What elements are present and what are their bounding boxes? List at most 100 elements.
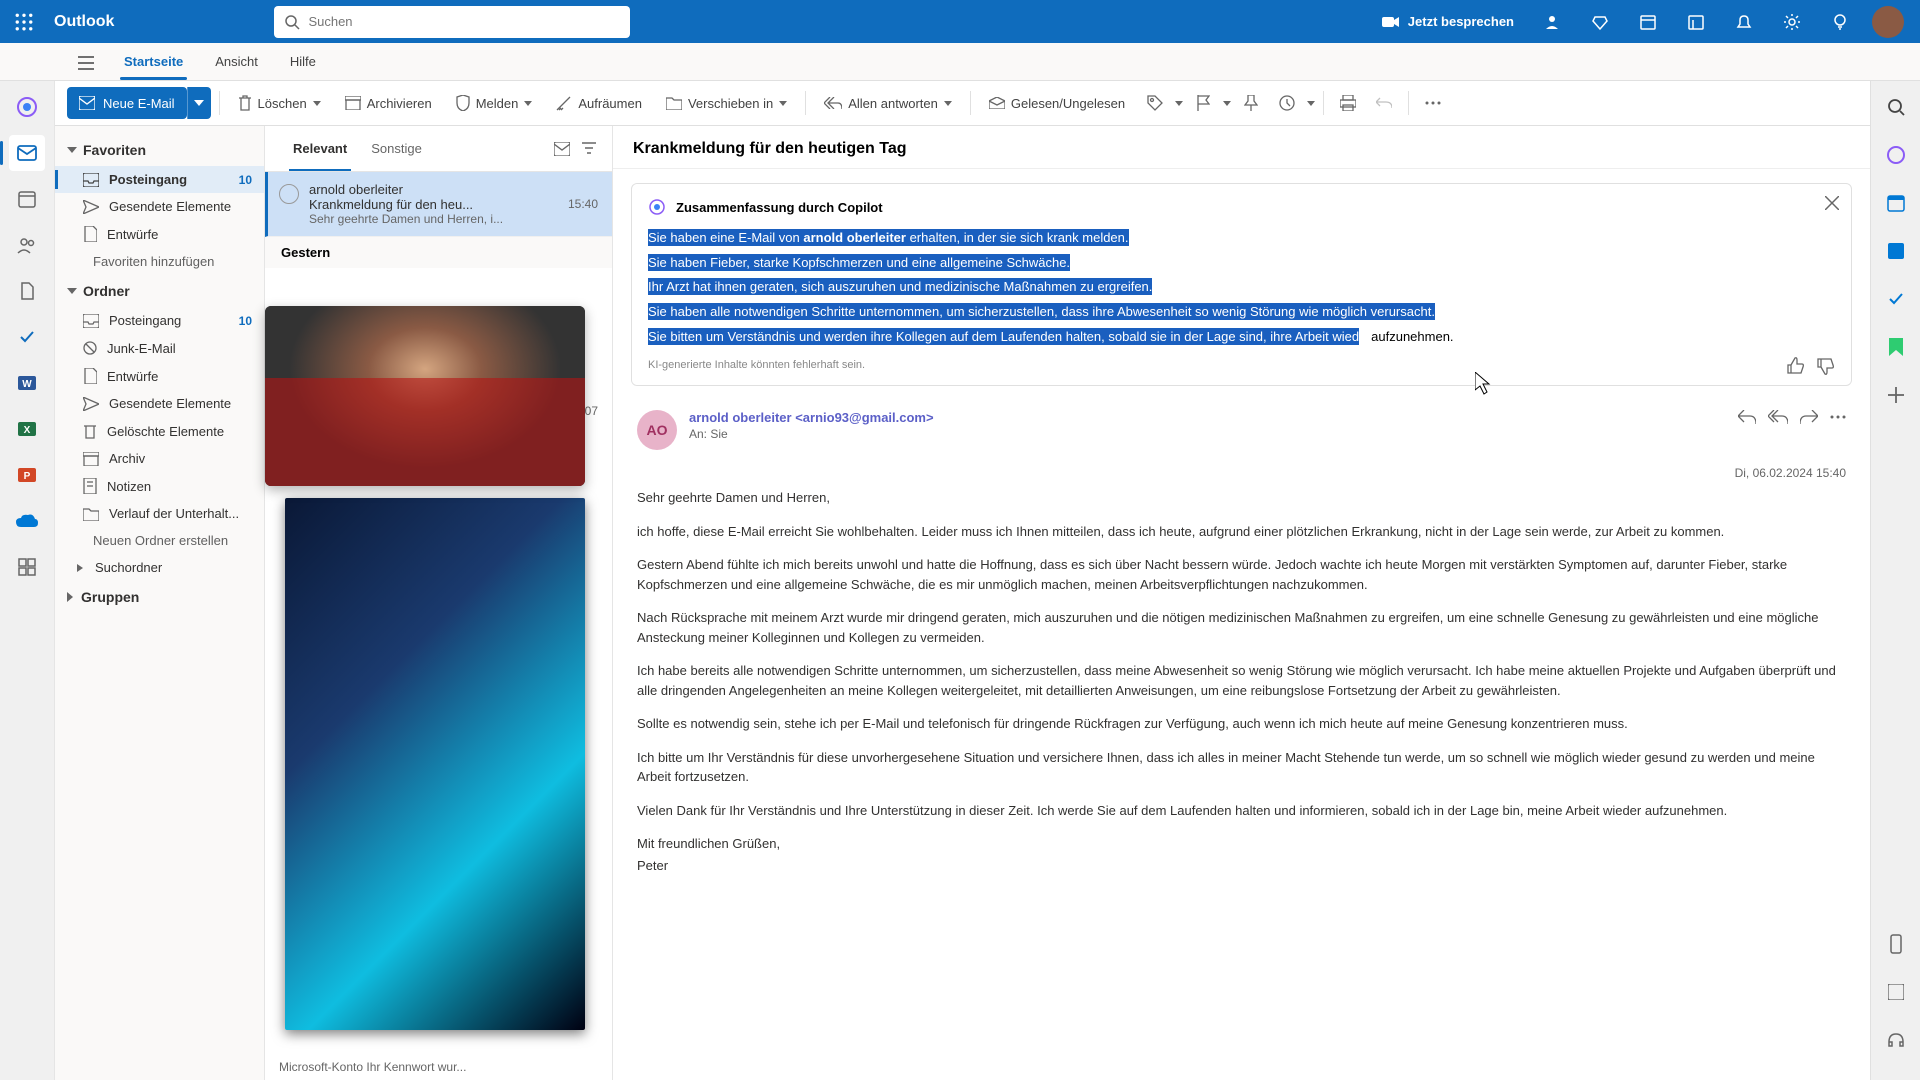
- folder-inbox-fav[interactable]: Posteingang10: [55, 166, 264, 193]
- settings-icon[interactable]: [1770, 2, 1814, 42]
- pin-button[interactable]: [1235, 87, 1267, 119]
- close-icon[interactable]: [1825, 196, 1839, 210]
- draft-icon: [83, 226, 97, 242]
- rail-calendar-icon[interactable]: [9, 181, 45, 217]
- shield-icon: [456, 95, 470, 111]
- read-unread-button[interactable]: Gelesen/Ungelesen: [979, 87, 1135, 119]
- rail-calendar-icon[interactable]: [1878, 185, 1914, 221]
- envelope-open-icon: [989, 97, 1005, 109]
- folder-drafts-fav[interactable]: Entwürfe: [55, 220, 264, 248]
- my-day-icon[interactable]: [1674, 2, 1718, 42]
- rail-files-icon[interactable]: [9, 273, 45, 309]
- rail-excel-icon[interactable]: X: [9, 411, 45, 447]
- snooze-button[interactable]: [1271, 87, 1303, 119]
- chevron-down-icon[interactable]: [1175, 101, 1183, 106]
- forward-icon[interactable]: [1800, 410, 1818, 424]
- title-bar: Outlook Jetzt besprechen: [0, 0, 1920, 43]
- chevron-down-icon[interactable]: [1223, 101, 1231, 106]
- folder-drafts[interactable]: Entwürfe: [55, 362, 264, 390]
- thumbs-down-icon[interactable]: [1817, 357, 1835, 375]
- email-body: Sehr geehrte Damen und Herren, ich hoffe…: [613, 488, 1870, 913]
- print-button[interactable]: [1332, 87, 1364, 119]
- rail-onedrive-icon[interactable]: [9, 503, 45, 539]
- sweep-button[interactable]: Aufräumen: [546, 87, 652, 119]
- folder-inbox[interactable]: Posteingang10: [55, 307, 264, 334]
- tab-focused[interactable]: Relevant: [281, 126, 359, 171]
- rail-more-apps-icon[interactable]: [9, 549, 45, 585]
- reply-all-icon[interactable]: [1768, 410, 1788, 424]
- message-time: 15:40: [568, 197, 598, 212]
- folder-conversation-history[interactable]: Verlauf der Unterhalt...: [55, 500, 264, 527]
- filter-icon[interactable]: [582, 142, 596, 156]
- teams-icon[interactable]: [1530, 2, 1574, 42]
- tab-other[interactable]: Sonstige: [359, 126, 434, 171]
- summary-line: Sie haben alle notwendigen Schritte unte…: [648, 300, 1835, 325]
- rail-headset-icon[interactable]: [1878, 1022, 1914, 1058]
- folder-deleted[interactable]: Gelöschte Elemente: [55, 417, 264, 445]
- archive-button[interactable]: Archivieren: [335, 87, 442, 119]
- flag-button[interactable]: [1187, 87, 1219, 119]
- rail-search-icon[interactable]: [1878, 89, 1914, 125]
- report-button[interactable]: Melden: [446, 87, 543, 119]
- rail-copilot-icon[interactable]: [9, 89, 45, 125]
- rail-phone-icon[interactable]: [1878, 926, 1914, 962]
- chevron-down-icon[interactable]: [1307, 101, 1315, 106]
- move-to-button[interactable]: Verschieben in: [656, 87, 797, 119]
- app-launcher-icon[interactable]: [10, 8, 38, 36]
- tab-view[interactable]: Ansicht: [199, 43, 274, 80]
- undo-button[interactable]: [1368, 87, 1400, 119]
- email-date: Di, 06.02.2024 15:40: [1735, 466, 1846, 480]
- favorites-header[interactable]: Favoriten: [55, 134, 264, 166]
- folder-junk[interactable]: Junk-E-Mail: [55, 334, 264, 362]
- meet-now-button[interactable]: Jetzt besprechen: [1370, 14, 1526, 29]
- new-folder-button[interactable]: Neuen Ordner erstellen: [55, 527, 264, 554]
- rail-word-icon[interactable]: W: [9, 365, 45, 401]
- tab-home[interactable]: Startseite: [108, 43, 199, 80]
- rail-copilot-icon[interactable]: [1878, 137, 1914, 173]
- rail-settings-icon[interactable]: [1878, 974, 1914, 1010]
- search-box[interactable]: [274, 6, 630, 38]
- message-preview: Sehr geehrte Damen und Herren, i...: [309, 212, 598, 226]
- folder-notes[interactable]: Notizen: [55, 472, 264, 500]
- reply-all-button[interactable]: Allen antworten: [814, 87, 962, 119]
- new-mail-button[interactable]: Neue E-Mail: [67, 87, 187, 119]
- tab-help[interactable]: Hilfe: [274, 43, 332, 80]
- folder-sent-fav[interactable]: Gesendete Elemente: [55, 193, 264, 220]
- new-mail-dropdown[interactable]: [187, 87, 211, 119]
- sender-name[interactable]: arnold oberleiter <arnio93@gmail.com>: [689, 410, 1726, 425]
- tag-button[interactable]: [1139, 87, 1171, 119]
- message-from: arnold oberleiter: [309, 182, 598, 197]
- rail-tasks-icon[interactable]: [1878, 281, 1914, 317]
- folders-header[interactable]: Ordner: [55, 275, 264, 307]
- message-list-pane: Relevant Sonstige arnold oberleiter Kran…: [265, 126, 613, 1080]
- groups-header[interactable]: Gruppen: [55, 581, 264, 613]
- thumbs-up-icon[interactable]: [1787, 357, 1805, 375]
- rail-add-icon[interactable]: [1878, 377, 1914, 413]
- account-button[interactable]: [1866, 2, 1910, 42]
- notifications-icon[interactable]: [1722, 2, 1766, 42]
- reply-icon[interactable]: [1738, 410, 1756, 424]
- rail-todo-icon[interactable]: [9, 319, 45, 355]
- folder-search-folders[interactable]: Suchordner: [55, 554, 264, 581]
- more-button[interactable]: [1417, 87, 1449, 119]
- search-input[interactable]: [308, 14, 620, 29]
- select-all-icon[interactable]: [554, 142, 570, 156]
- message-row[interactable]: arnold oberleiter Krankmeldung für den h…: [265, 172, 612, 237]
- rail-contacts-icon[interactable]: [1878, 233, 1914, 269]
- tips-icon[interactable]: [1818, 2, 1862, 42]
- hamburger-icon[interactable]: [76, 53, 96, 73]
- folder-sent[interactable]: Gesendete Elemente: [55, 390, 264, 417]
- folder-archive[interactable]: Archiv: [55, 445, 264, 472]
- rail-mail-icon[interactable]: [9, 135, 45, 171]
- rail-bookmarks-icon[interactable]: [1878, 329, 1914, 365]
- copilot-title: Zusammenfassung durch Copilot: [676, 200, 883, 215]
- rail-people-icon[interactable]: [9, 227, 45, 263]
- rail-powerpoint-icon[interactable]: P: [9, 457, 45, 493]
- delete-button[interactable]: Löschen: [228, 87, 331, 119]
- svg-text:P: P: [24, 471, 31, 482]
- more-icon[interactable]: [1830, 415, 1846, 419]
- add-favorite-button[interactable]: Favoriten hinzufügen: [55, 248, 264, 275]
- message-checkbox[interactable]: [279, 184, 299, 204]
- diamond-icon[interactable]: [1578, 2, 1622, 42]
- calendar-day-icon[interactable]: [1626, 2, 1670, 42]
